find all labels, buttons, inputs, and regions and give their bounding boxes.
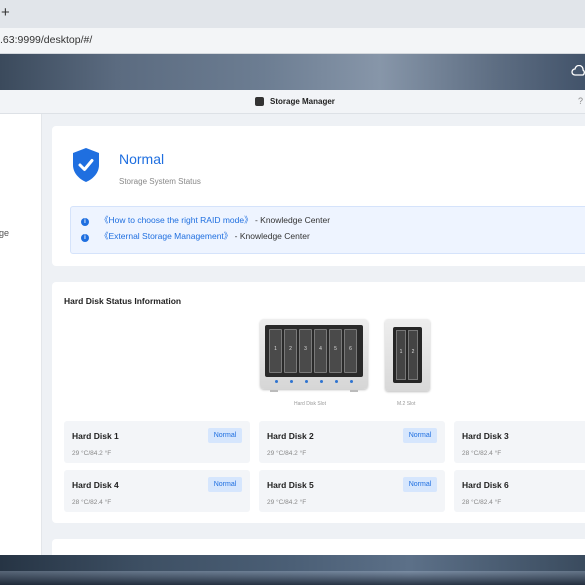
disk-tile[interactable]: Hard Disk 1 29 °C/84.2 °F Normal bbox=[64, 421, 250, 463]
status-badge: Normal bbox=[403, 428, 437, 443]
enclosure-label: Hard Disk Slot bbox=[294, 401, 326, 407]
disk-tile[interactable]: Hard Disk 5 29 °C/84.2 °F Normal bbox=[259, 470, 445, 512]
disk-temperature: 28 °C/82.4 °F bbox=[462, 499, 502, 506]
next-section-card bbox=[52, 539, 585, 555]
window-title: Storage Manager bbox=[270, 97, 335, 106]
sidebar: ge bbox=[0, 114, 42, 555]
disk-name: Hard Disk 3 bbox=[462, 431, 509, 441]
help-link-row: i 《How to choose the right RAID mode》 - K… bbox=[81, 214, 330, 226]
external-storage-link[interactable]: 《External Storage Management》 bbox=[100, 231, 232, 241]
info-circle-icon: i bbox=[81, 218, 89, 226]
disk-name: Hard Disk 4 bbox=[72, 480, 119, 490]
m2-slot-image: 1 2 bbox=[385, 319, 430, 391]
disk-temperature: 28 °C/82.4 °F bbox=[462, 450, 502, 457]
disk-bay[interactable]: 2 bbox=[284, 329, 297, 373]
main-content: Normal Storage System Status i 《How to ch… bbox=[42, 114, 585, 555]
status-card: Normal Storage System Status i 《How to ch… bbox=[52, 126, 585, 266]
disk-led bbox=[305, 380, 308, 383]
disk-status-card: Hard Disk Status Information 1 2 3 4 5 6… bbox=[52, 282, 585, 523]
disk-tile[interactable]: Hard Disk 6 28 °C/82.4 °F bbox=[454, 470, 585, 512]
hard-disk-enclosure-image: 1 2 3 4 5 6 bbox=[260, 319, 368, 392]
disk-bay[interactable]: 1 bbox=[269, 329, 282, 373]
disk-led bbox=[290, 380, 293, 383]
disk-temperature: 29 °C/84.2 °F bbox=[72, 450, 112, 457]
disk-temperature: 29 °C/84.2 °F bbox=[267, 450, 307, 457]
disk-temperature: 28 °C/82.4 °F bbox=[72, 499, 112, 506]
m2-bay[interactable]: 1 bbox=[396, 330, 406, 380]
status-badge: Normal bbox=[403, 477, 437, 492]
disk-name: Hard Disk 2 bbox=[267, 431, 314, 441]
disk-status-heading: Hard Disk Status Information bbox=[64, 296, 182, 306]
disk-bay[interactable]: 6 bbox=[344, 329, 357, 373]
status-subtitle: Storage System Status bbox=[119, 177, 201, 186]
enclosure-foot bbox=[350, 390, 358, 392]
m2-label: M.2 Slot bbox=[397, 401, 416, 407]
disk-name: Hard Disk 1 bbox=[72, 431, 119, 441]
browser-tab-bar: + bbox=[0, 0, 585, 28]
status-title: Normal bbox=[119, 151, 165, 167]
help-links-box: i 《How to choose the right RAID mode》 - K… bbox=[70, 206, 585, 254]
help-button[interactable]: ? bbox=[578, 96, 583, 106]
m2-bay[interactable]: 2 bbox=[408, 330, 418, 380]
address-bar[interactable]: .63:9999/desktop/#/ bbox=[0, 28, 585, 54]
disk-name: Hard Disk 6 bbox=[462, 480, 509, 490]
disk-tile[interactable]: Hard Disk 4 28 °C/82.4 °F Normal bbox=[64, 470, 250, 512]
link-source: - Knowledge Center bbox=[232, 231, 310, 241]
link-source: - Knowledge Center bbox=[252, 215, 331, 225]
help-link-row: i 《External Storage Management》 - Knowled… bbox=[81, 230, 310, 242]
enclosure-foot bbox=[270, 390, 278, 392]
disk-name: Hard Disk 5 bbox=[267, 480, 314, 490]
disk-bay[interactable]: 4 bbox=[314, 329, 327, 373]
sidebar-item-label[interactable]: ge bbox=[0, 228, 9, 238]
storage-manager-icon bbox=[255, 97, 264, 106]
info-circle-icon: i bbox=[81, 234, 89, 242]
mountain-ridge bbox=[0, 571, 585, 585]
desktop-wallpaper-bottom bbox=[0, 555, 585, 585]
disk-led bbox=[335, 380, 338, 383]
disk-tile[interactable]: Hard Disk 3 28 °C/82.4 °F bbox=[454, 421, 585, 463]
disk-bay[interactable]: 5 bbox=[329, 329, 342, 373]
disk-bay[interactable]: 3 bbox=[299, 329, 312, 373]
url-text[interactable]: .63:9999/desktop/#/ bbox=[0, 34, 92, 46]
status-badge: Normal bbox=[208, 477, 242, 492]
disk-led bbox=[320, 380, 323, 383]
window-titlebar: Storage Manager ? bbox=[0, 90, 585, 114]
raid-help-link[interactable]: 《How to choose the right RAID mode》 bbox=[100, 215, 253, 225]
status-badge: Normal bbox=[208, 428, 242, 443]
new-tab-button[interactable]: + bbox=[1, 4, 10, 22]
disk-temperature: 29 °C/84.2 °F bbox=[267, 499, 307, 506]
disk-led bbox=[350, 380, 353, 383]
desktop-wallpaper-top bbox=[0, 54, 585, 90]
shield-check-icon bbox=[73, 148, 99, 182]
cloud-icon[interactable] bbox=[571, 65, 585, 79]
disk-led bbox=[275, 380, 278, 383]
disk-tile[interactable]: Hard Disk 2 29 °C/84.2 °F Normal bbox=[259, 421, 445, 463]
